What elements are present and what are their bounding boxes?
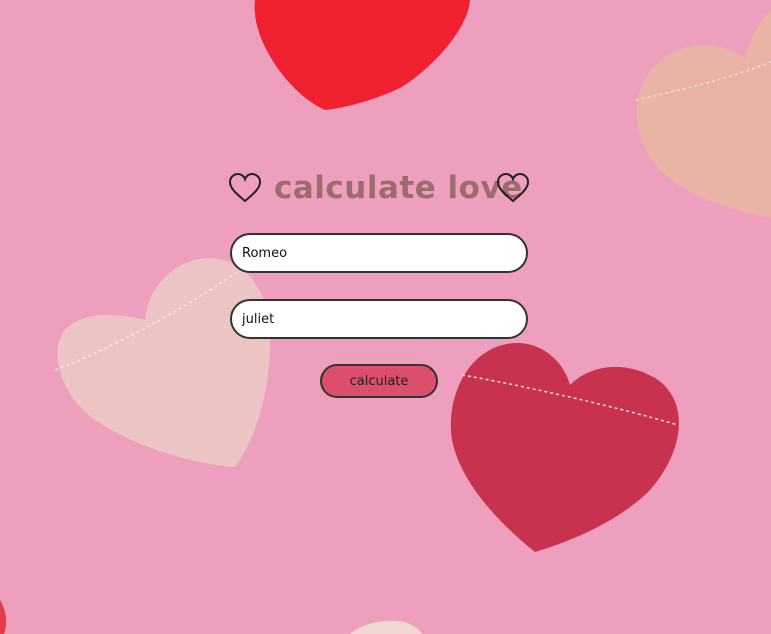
title-row: calculate love bbox=[228, 166, 532, 216]
heart-outline-icon bbox=[228, 172, 262, 203]
first-name-input[interactable] bbox=[230, 233, 528, 273]
calculate-button[interactable]: calculate bbox=[320, 364, 438, 398]
second-name-input[interactable] bbox=[230, 299, 528, 339]
main-content: calculate love calculate bbox=[0, 0, 771, 634]
heart-outline-icon bbox=[496, 172, 530, 203]
page-title: calculate love bbox=[274, 170, 523, 206]
